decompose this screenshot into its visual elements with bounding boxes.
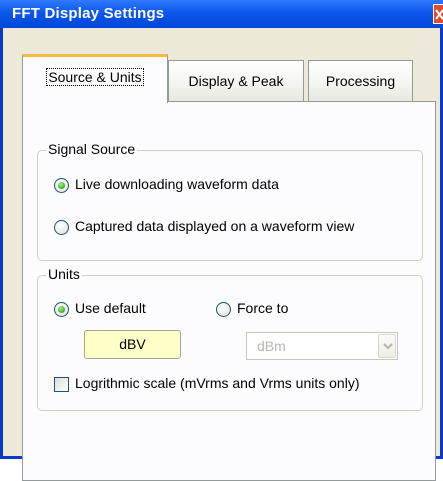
units-legend: Units	[46, 266, 82, 282]
live-data-label[interactable]: Live downloading waveform data	[75, 176, 279, 192]
close-button[interactable]	[433, 4, 443, 24]
tab-label: Processing	[325, 73, 396, 89]
tab-display-peak[interactable]: Display & Peak	[168, 60, 304, 102]
force-unit-value: dBm	[257, 338, 286, 354]
tab-source-units[interactable]: Source & Units	[22, 54, 168, 103]
dialog-client-area: Source & Units Display & Peak Processing…	[3, 28, 440, 481]
signal-source-group: Signal Source Live downloading waveform …	[37, 141, 423, 261]
captured-data-label[interactable]: Captured data displayed on a waveform vi…	[75, 218, 354, 234]
force-unit-dropdown[interactable]: dBm	[246, 332, 398, 360]
live-data-radio[interactable]	[54, 178, 69, 193]
tab-label: Display & Peak	[188, 73, 284, 89]
tab-processing[interactable]: Processing	[308, 60, 413, 102]
force-to-label[interactable]: Force to	[237, 300, 288, 316]
window-title: FFT Display Settings	[12, 5, 165, 22]
source-units-tab-panel: Signal Source Live downloading waveform …	[22, 101, 436, 481]
tab-label: Source & Units	[46, 68, 144, 86]
title-bar[interactable]: FFT Display Settings	[0, 0, 443, 28]
captured-data-radio[interactable]	[54, 220, 69, 235]
fft-display-settings-window: FFT Display Settings Source & Units Disp…	[0, 0, 443, 481]
force-to-radio[interactable]	[216, 302, 231, 317]
use-default-radio[interactable]	[54, 302, 69, 317]
dropdown-button[interactable]	[378, 334, 396, 358]
signal-source-legend: Signal Source	[46, 141, 138, 157]
default-unit-display: dBV	[84, 330, 181, 359]
log-scale-label[interactable]: Logrithmic scale (mVrms and Vrms units o…	[75, 375, 359, 391]
units-group: Units Use default Force to dBV dBm Logri…	[37, 266, 423, 411]
log-scale-checkbox[interactable]	[54, 377, 69, 392]
use-default-label[interactable]: Use default	[75, 300, 146, 316]
